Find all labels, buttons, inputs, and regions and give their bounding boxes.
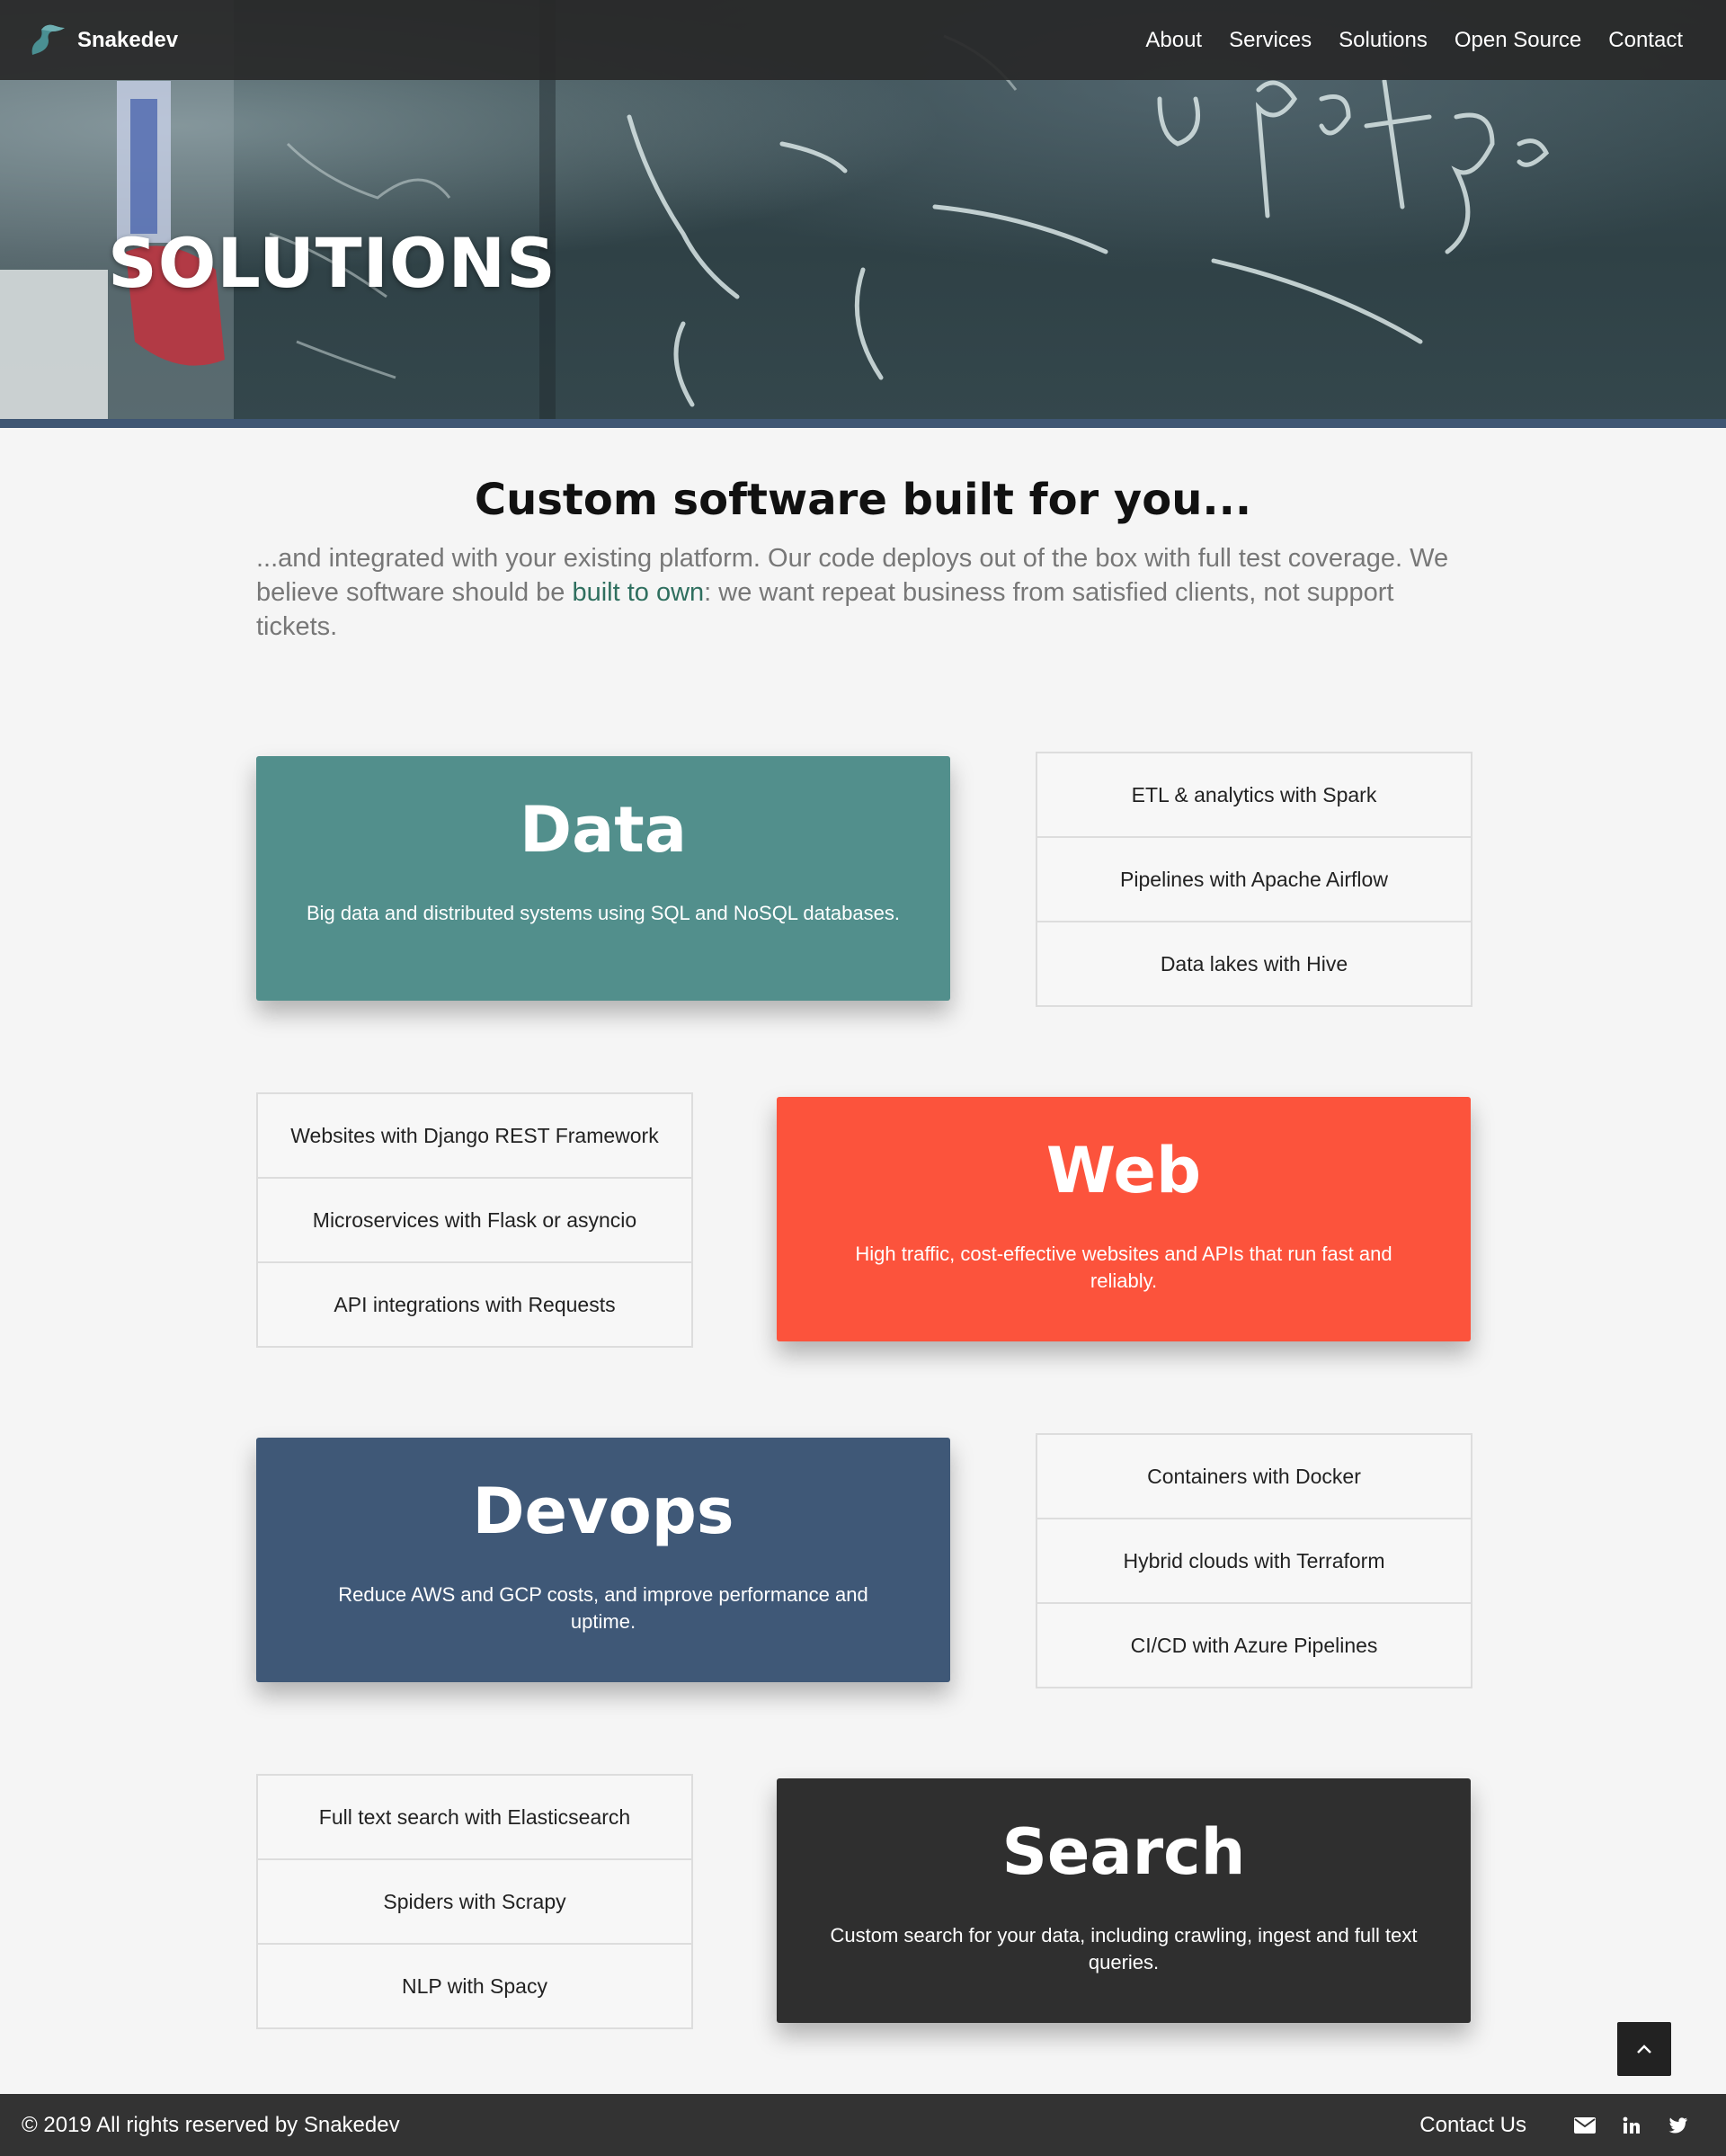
footer-links: Contact Us bbox=[1419, 2113, 1690, 2138]
list-item: Spiders with Scrapy bbox=[258, 1860, 691, 1945]
card-description: Big data and distributed systems using S… bbox=[307, 902, 900, 924]
nav-links: About Services Solutions Open Source Con… bbox=[1118, 28, 1683, 53]
card-title: Devops bbox=[472, 1474, 734, 1548]
list-item: API integrations with Requests bbox=[334, 1292, 616, 1316]
web-list: Websites with Django REST Framework Micr… bbox=[256, 1092, 693, 1348]
built-to-own-link[interactable]: built to own bbox=[572, 578, 704, 607]
nav-link-about[interactable]: About bbox=[1145, 28, 1202, 53]
list-item: Hybrid clouds with Terraform bbox=[1037, 1519, 1471, 1604]
devops-list: Containers with Docker Hybrid clouds wit… bbox=[1036, 1433, 1472, 1688]
back-to-top-button[interactable] bbox=[1617, 2022, 1671, 2076]
contact-us-link[interactable]: Contact Us bbox=[1419, 2113, 1526, 2138]
linkedin-icon-graphic bbox=[1623, 2116, 1640, 2134]
list-item: Microservices with Flask or asyncio bbox=[258, 1179, 691, 1263]
card-description: Custom search for your data, including c… bbox=[830, 1924, 1418, 1973]
chevron-up-icon bbox=[1637, 2045, 1651, 2054]
copyright-text: © 2019 All rights reserved by Snakedev bbox=[22, 2112, 400, 2137]
intro-text: ...and integrated with your existing pla… bbox=[256, 541, 1479, 644]
list-item: NLP with Spacy bbox=[402, 1973, 547, 1998]
card-title: Web bbox=[1045, 1134, 1202, 1207]
card-description: Reduce AWS and GCP costs, and improve pe… bbox=[338, 1583, 868, 1633]
footer: © 2019 All rights reserved by Snakedev C… bbox=[0, 2094, 1726, 2156]
card-description: High traffic, cost-effective websites an… bbox=[855, 1243, 1392, 1292]
envelope-icon[interactable] bbox=[1573, 2114, 1597, 2137]
list-item: Pipelines with Apache Airflow bbox=[1037, 838, 1471, 922]
brand-link[interactable]: Snakedev bbox=[25, 19, 178, 62]
brand-name: Snakedev bbox=[77, 27, 179, 52]
nav-link-open-source[interactable]: Open Source bbox=[1455, 28, 1581, 53]
nav-link-services[interactable]: Services bbox=[1229, 28, 1312, 53]
list-item: Containers with Docker bbox=[1037, 1435, 1471, 1519]
nav-link-solutions[interactable]: Solutions bbox=[1339, 28, 1428, 53]
card-title: Data bbox=[519, 793, 688, 867]
card-title: Search bbox=[1001, 1815, 1246, 1889]
hero-divider bbox=[0, 419, 1726, 428]
snake-logo-icon bbox=[31, 24, 65, 55]
envelope-icon-graphic bbox=[1574, 2116, 1596, 2134]
page-title: SOLUTIONS bbox=[108, 223, 556, 303]
twitter-icon-graphic bbox=[1668, 2116, 1687, 2133]
search-card: Search Custom search for your data, incl… bbox=[777, 1778, 1471, 2023]
list-item: Full text search with Elasticsearch bbox=[258, 1776, 691, 1860]
top-navbar: Snakedev About Services Solutions Open S… bbox=[0, 0, 1726, 80]
linkedin-icon[interactable] bbox=[1620, 2114, 1643, 2137]
list-item: Websites with Django REST Framework bbox=[258, 1094, 691, 1179]
list-item: ETL & analytics with Spark bbox=[1037, 753, 1471, 838]
intro-heading: Custom software built for you... bbox=[474, 475, 1252, 525]
list-item: Data lakes with Hive bbox=[1160, 951, 1348, 976]
web-card: Web High traffic, cost-effective website… bbox=[777, 1097, 1471, 1341]
list-item: CI/CD with Azure Pipelines bbox=[1130, 1633, 1378, 1657]
devops-card: Devops Reduce AWS and GCP costs, and imp… bbox=[256, 1438, 950, 1682]
nav-link-contact[interactable]: Contact bbox=[1608, 28, 1683, 53]
data-card: Data Big data and distributed systems us… bbox=[256, 756, 950, 1001]
data-list: ETL & analytics with Spark Pipelines wit… bbox=[1036, 752, 1472, 1007]
search-list: Full text search with Elasticsearch Spid… bbox=[256, 1774, 693, 2029]
twitter-icon[interactable] bbox=[1667, 2114, 1690, 2137]
